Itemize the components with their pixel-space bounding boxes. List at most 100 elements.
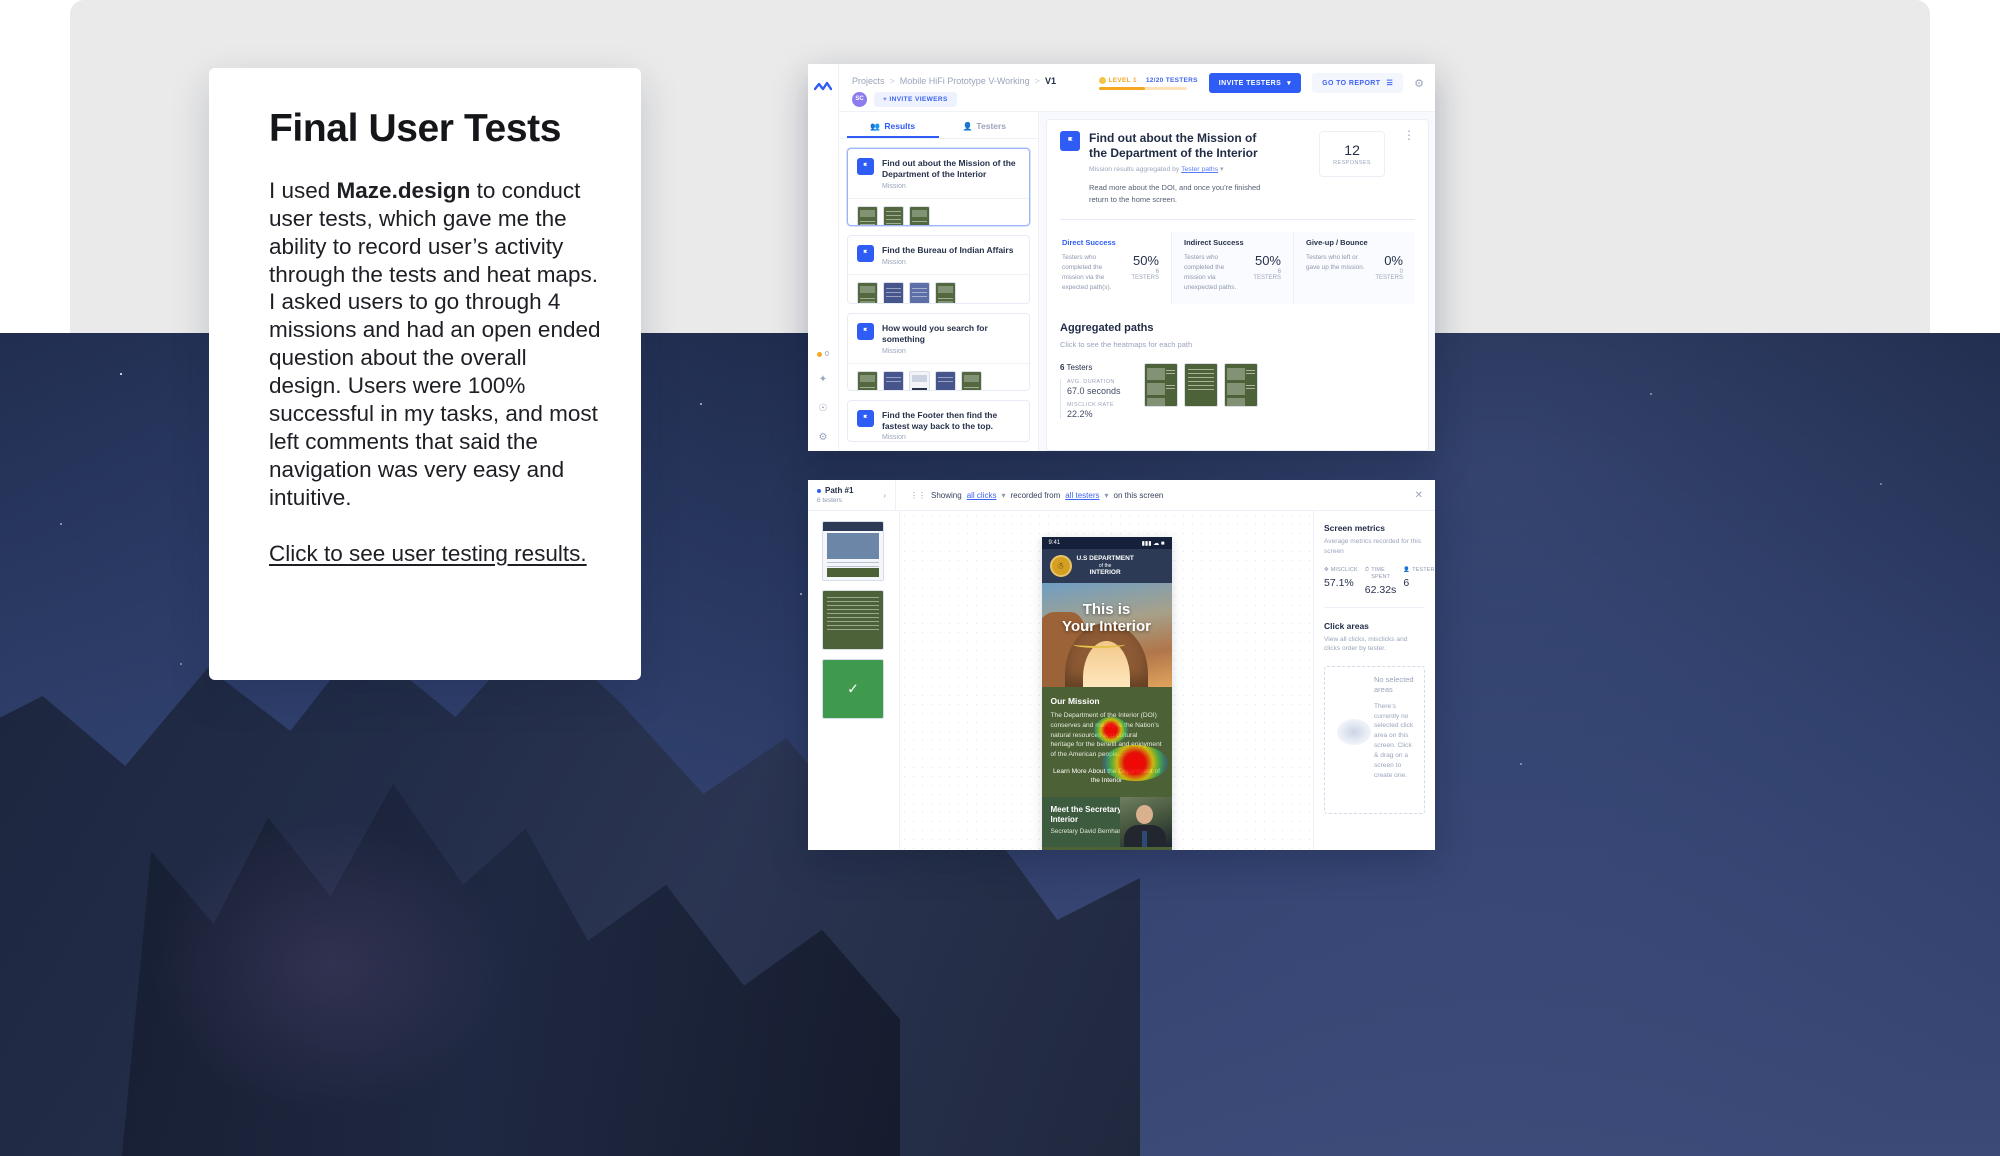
heatmap-canvas[interactable]: 9:41 ▮▮▮ ☁ ■ ☃ U.S DEPARTMENT of the INT… [900,511,1313,850]
filter-row: ⋮⋮ Showing all clicks ▾ recorded from al… [896,480,1177,510]
metric-count: 6 TESTERS [1253,269,1281,281]
click-areas-title: Click areas [1324,620,1369,631]
status-icons: ▮▮▮ ☁ ■ [1141,540,1165,547]
tab-testers[interactable]: 👤 Testers [939,112,1031,138]
layers-icon: ☰ [1386,80,1394,87]
metric-indirect-success: Indirect Success Testers who completed t… [1171,231,1293,305]
path-selector[interactable]: Path #1 6 testers › [808,480,896,510]
rail-notification-badge[interactable]: 0 [817,351,829,358]
mission-subtitle: Mission [882,182,906,190]
avg-duration-label: AVG. DURATION [1067,379,1115,386]
avg-duration-value: 67.0 seconds [1067,386,1121,397]
secretary-photo [1119,797,1172,848]
mission-card[interactable]: Find out about the Mission of the Depart… [847,148,1030,226]
mission-card[interactable]: How would you search for something Missi… [847,312,1030,391]
mission-list-panel: 👥 Results 👤 Testers Find out about the M… [839,112,1039,451]
chevron-down-icon-2[interactable]: ▾ [1105,491,1109,500]
breadcrumb-project[interactable]: Mobile HiFi Prototype V-Working [900,76,1030,86]
gear-icon[interactable]: ⚙ [816,430,831,445]
all-clicks-filter[interactable]: all clicks [967,491,997,500]
person-icon: 👤 [962,121,973,131]
mission-list: Find out about the Mission of the Depart… [839,139,1038,451]
mission-subtitle: Mission [882,258,906,266]
hero-line-2: Your Interior [1062,618,1151,636]
mission-thumbnails [848,362,1029,390]
avatar[interactable]: SC [852,91,867,107]
thumbnail[interactable] [961,370,982,390]
maze-logo-icon[interactable] [813,80,833,93]
click-areas-empty-state[interactable]: No selected areas There’s currently no s… [1324,665,1425,814]
metric-value: 50% [1132,252,1159,268]
kpi-label: TESTERS [1412,567,1435,574]
aggregated-testers-count: 6 [1060,363,1065,373]
metric-count: 6 TESTERS [1131,269,1159,281]
aggregated-paths-section: Aggregated paths Click to see the heatma… [1060,322,1415,420]
metric-giveup-bounce: Give-up / Bounce Testers who left or gav… [1293,231,1415,305]
detail-meta-pre: Mission results aggregated by [1089,166,1182,174]
level-label: LEVEL 1 [1108,76,1137,84]
chevron-right-icon[interactable]: › [883,491,886,500]
tester-paths-link[interactable]: Tester paths [1181,166,1218,173]
intro-paragraph: I used Maze.design to conduct user tests… [269,177,603,512]
mission-card[interactable]: Find the Bureau of Indian Affairs Missio… [847,234,1030,304]
aggregated-testers: 6 Testers [1060,363,1132,372]
thumbnail[interactable] [909,205,930,225]
settings-gear-icon[interactable]: ⚙ [1414,77,1424,90]
hero-banner: This is Your Interior [1041,583,1172,687]
aggregated-path-thumbnails [1144,363,1258,419]
status-dot-icon [817,352,823,357]
mission-card[interactable]: Find the Footer then find the fastest wa… [847,399,1030,442]
close-icon[interactable]: ✕ [1415,490,1423,501]
more-options-icon[interactable]: ⋮ [1403,129,1415,205]
thumbnail[interactable] [857,281,878,303]
breadcrumb-projects[interactable]: Projects [852,76,885,86]
brand-line-1: U.S DEPARTMENT [1076,555,1134,563]
thumbnail[interactable] [935,281,956,303]
invite-viewers-button[interactable]: + INVITE VIEWERS [874,91,957,107]
path-thumbnail[interactable] [1144,363,1178,408]
doi-seal-icon: ☃ [1049,555,1072,577]
phone-prototype[interactable]: 9:41 ▮▮▮ ☁ ■ ☃ U.S DEPARTMENT of the INT… [1041,537,1172,850]
path-thumbnail[interactable] [1224,363,1258,408]
thumbnail[interactable] [857,205,878,225]
breadcrumb-version[interactable]: V1 [1045,76,1056,86]
breadcrumb-separator-icon-2: > [1034,75,1040,86]
responses-box: 12 RESPONSES [1319,131,1385,177]
go-to-report-button[interactable]: GO TO REPORT ☰ [1312,73,1404,93]
tab-results[interactable]: 👥 Results [847,112,939,138]
rail-badge-count: 0 [825,351,829,358]
filter-icon[interactable]: ⋮⋮ [910,491,926,500]
mission-title: Find the Footer then find the fastest wa… [882,409,998,431]
thumbnail[interactable] [883,281,904,303]
strip-screen-thumbnail[interactable] [822,590,884,650]
strip-screen-thumbnail-completed[interactable]: ✓ [822,659,884,719]
thumbnail[interactable] [909,281,930,303]
paragraph-pre: I used [269,177,337,203]
heatmap-window: Path #1 6 testers › ⋮⋮ Showing all click… [808,480,1435,850]
strip-screen-thumbnail[interactable] [822,521,884,581]
globe-icon[interactable]: ☉ [816,401,831,416]
learn-more-link[interactable]: Learn More About the Department of the I… [1051,767,1163,785]
invite-testers-button[interactable]: INVITE TESTERS ▾ [1208,73,1302,93]
people-icon: 👥 [870,121,881,131]
thumbnail[interactable] [883,205,904,225]
thumbnail[interactable] [935,370,956,390]
all-testers-filter[interactable]: all testers [1065,491,1099,500]
path-thumbnail[interactable] [1184,363,1218,408]
kpi-misclick: ✥ MISCLICK 57.1% [1324,567,1358,596]
recorded-prefix: recorded from [1010,490,1061,500]
thumbnail[interactable] [909,370,930,390]
thumbnail[interactable] [883,370,904,390]
kpi-testers: 👤TESTERS 6 [1403,567,1435,596]
responses-value: 12 [1344,142,1360,158]
chevron-down-icon: ▾ [1219,166,1224,174]
sparkle-icon[interactable]: ✦ [816,372,831,387]
path-title: Path #1 [817,486,853,495]
kpi-label: TIME SPENT [1371,567,1391,580]
thumbnail[interactable] [857,370,878,390]
mission-title: Find the Bureau of Indian Affairs [882,244,1014,255]
metric-name: Indirect Success [1184,237,1244,247]
our-mission-title: Our Mission [1050,696,1100,706]
chevron-down-icon[interactable]: ▾ [1001,491,1005,500]
user-testing-results-link[interactable]: Click to see user testing results. [269,540,603,568]
